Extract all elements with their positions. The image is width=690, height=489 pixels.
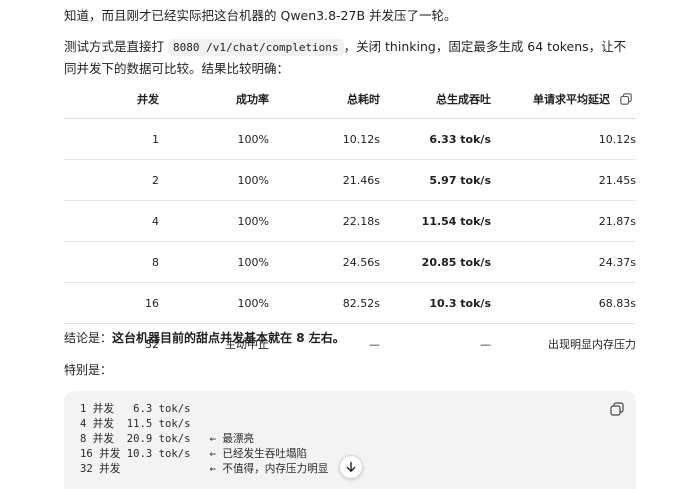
inline-code-endpoint: 8080 /v1/chat/completions bbox=[167, 39, 344, 56]
cell-concurrency: 16 bbox=[64, 282, 159, 324]
header-concurrency: 并发 bbox=[64, 80, 159, 119]
benchmark-table: 并发 成功率 总耗时 总生成吞吐 单请求平均延迟 1 100% 10.12s 6… bbox=[64, 80, 636, 364]
cell-total-time: 24.56s bbox=[269, 241, 380, 283]
cell-success-rate: 100% bbox=[159, 200, 269, 242]
cell-throughput: 5.97 tok/s bbox=[380, 159, 491, 201]
cell-concurrency: 1 bbox=[64, 118, 159, 160]
code-line: 16 并发 10.3 tok/s ← 已经发生吞吐塌陷 bbox=[80, 448, 308, 460]
cell-throughput: 10.3 tok/s bbox=[380, 282, 491, 324]
cell-throughput: 6.33 tok/s bbox=[380, 118, 491, 160]
table-row: 1 100% 10.12s 6.33 tok/s 10.12s bbox=[64, 118, 636, 160]
cell-success-rate: 100% bbox=[159, 282, 269, 324]
cell-total-time: 21.46s bbox=[269, 159, 380, 201]
table-row: 8 100% 24.56s 20.85 tok/s 24.37s bbox=[64, 241, 636, 283]
cell-throughput: 11.54 tok/s bbox=[380, 200, 491, 242]
cell-concurrency: 4 bbox=[64, 200, 159, 242]
header-avg-latency-label: 单请求平均延迟 bbox=[533, 93, 610, 106]
scroll-to-bottom-button[interactable] bbox=[339, 455, 363, 479]
conclusion: 结论是：这台机器目前的甜点并发基本就在 8 左右。 bbox=[64, 328, 636, 349]
cell-avg-latency: 68.83s bbox=[491, 282, 636, 324]
header-throughput: 总生成吞吐 bbox=[380, 80, 491, 119]
intro-line-2-pre: 测试方式是直接打 bbox=[64, 39, 168, 54]
cell-avg-latency: 24.37s bbox=[491, 241, 636, 283]
intro-line-2: 测试方式是直接打 8080 /v1/chat/completions ，关闭 th… bbox=[64, 36, 636, 79]
cell-concurrency: 2 bbox=[64, 159, 159, 201]
table-row: 16 100% 82.52s 10.3 tok/s 68.83s bbox=[64, 282, 636, 324]
cell-avg-latency: 21.87s bbox=[491, 200, 636, 242]
cell-success-rate: 100% bbox=[159, 241, 269, 283]
table-header-row: 并发 成功率 总耗时 总生成吞吐 单请求平均延迟 bbox=[64, 80, 636, 119]
cell-success-rate: 100% bbox=[159, 118, 269, 160]
cell-total-time: 10.12s bbox=[269, 118, 380, 160]
code-line: 32 并发 ← 不值得，内存压力明显 bbox=[80, 463, 329, 475]
code-line: 1 并发 6.3 tok/s bbox=[80, 403, 191, 415]
table-row: 2 100% 21.46s 5.97 tok/s 21.45s bbox=[64, 159, 636, 201]
cell-total-time: 82.52s bbox=[269, 282, 380, 324]
arrow-down-icon bbox=[345, 458, 357, 477]
header-avg-latency: 单请求平均延迟 bbox=[491, 80, 636, 119]
conclusion-bold: 这台机器目前的甜点并发基本就在 8 左右。 bbox=[112, 331, 345, 345]
copy-icon[interactable] bbox=[610, 401, 624, 416]
cell-throughput: 20.85 tok/s bbox=[380, 241, 491, 283]
cell-concurrency: 8 bbox=[64, 241, 159, 283]
cell-success-rate: 100% bbox=[159, 159, 269, 201]
note-label: 特别是： bbox=[64, 363, 113, 377]
cell-avg-latency: 10.12s bbox=[491, 118, 636, 160]
header-total-time: 总耗时 bbox=[269, 80, 380, 119]
cell-total-time: 22.18s bbox=[269, 200, 380, 242]
copy-icon[interactable] bbox=[620, 93, 632, 105]
code-line: 8 并发 20.9 tok/s ← 最漂亮 bbox=[80, 433, 255, 445]
code-line: 4 并发 11.5 tok/s bbox=[80, 418, 191, 430]
code-content: 1 并发 6.3 tok/s 4 并发 11.5 tok/s 8 并发 20.9 t… bbox=[80, 402, 328, 477]
intro-line-1: 知道，而且刚才已经实际把这台机器的 Qwen3.8-27B 并发压了一轮。 bbox=[64, 8, 457, 23]
cell-avg-latency: 21.45s bbox=[491, 159, 636, 201]
conclusion-prefix: 结论是： bbox=[64, 331, 113, 345]
header-success-rate: 成功率 bbox=[159, 80, 269, 119]
table-row: 4 100% 22.18s 11.54 tok/s 21.87s bbox=[64, 200, 636, 242]
